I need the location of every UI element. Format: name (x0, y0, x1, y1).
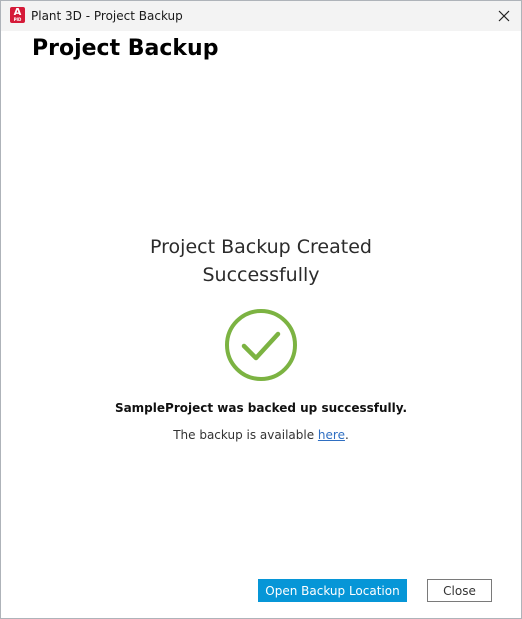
autocad-plant3d-app-icon: A PID (10, 7, 25, 23)
close-icon (498, 10, 510, 22)
check-circle-icon (224, 308, 298, 382)
app-icon-sub: PID (13, 17, 22, 22)
backup-available-prefix: The backup is available (173, 428, 318, 442)
project-backup-dialog: A PID Plant 3D - Project Backup Project … (0, 0, 522, 619)
backup-location-link[interactable]: here (318, 428, 345, 442)
open-backup-location-button[interactable]: Open Backup Location (258, 579, 407, 602)
success-title: Project Backup Created Successfully (1, 233, 521, 289)
title-bar: A PID Plant 3D - Project Backup (1, 1, 521, 31)
window-close-button[interactable] (493, 5, 515, 27)
success-title-line1: Project Backup Created (150, 236, 372, 258)
backup-available-text: The backup is available here. (1, 428, 521, 442)
window-title: Plant 3D - Project Backup (31, 9, 183, 23)
success-title-line2: Successfully (202, 264, 320, 286)
dialog-heading: Project Backup (32, 36, 219, 61)
backup-available-suffix: . (344, 428, 349, 442)
success-message: SampleProject was backed up successfully… (114, 401, 408, 415)
close-button[interactable]: Close (427, 579, 492, 602)
